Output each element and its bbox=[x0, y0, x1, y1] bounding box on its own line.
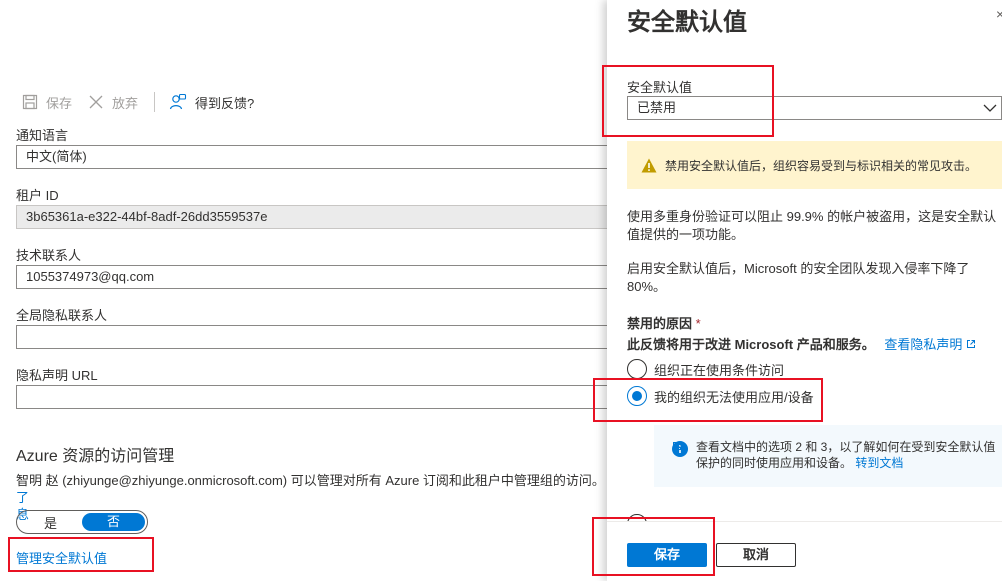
close-icon bbox=[89, 95, 103, 109]
warning-text: 禁用安全默认值后，组织容易受到与标识相关的常见攻击。 bbox=[665, 158, 978, 173]
toggle-no[interactable]: 否 bbox=[82, 513, 145, 531]
radio-button[interactable] bbox=[627, 359, 647, 379]
feedback-note-row: 此反馈将用于改进 Microsoft 产品和服务。 查看隐私声明 bbox=[627, 334, 976, 353]
highlight-box-dropdown bbox=[602, 65, 774, 137]
close-panel-button[interactable]: × bbox=[996, 6, 1002, 22]
technical-contact-label: 技术联系人 bbox=[16, 248, 82, 263]
mfa-paragraph: 使用多重身份验证可以阻止 99.9% 的帐户被盗用，这是安全默认值提供的一项功能… bbox=[627, 209, 997, 242]
privacy-statement-url-field[interactable] bbox=[16, 385, 612, 409]
notification-language-label: 通知语言 bbox=[16, 128, 69, 143]
privacy-statement-url-label: 隐私声明 URL bbox=[16, 368, 98, 383]
feedback-note: 此反馈将用于改进 Microsoft 产品和服务。 bbox=[627, 337, 875, 352]
disable-reason-text: 禁用的原因 bbox=[627, 316, 693, 331]
compromise-paragraph: 启用安全默认值后，Microsoft 的安全团队发现入侵率下降了 80%。 bbox=[627, 261, 970, 294]
disable-reason-label: 禁用的原因 * bbox=[627, 313, 701, 332]
highlight-box-radio-option bbox=[593, 378, 823, 422]
info-banner: 查看文档中的选项 2 和 3，以了解如何在受到安全默认值保护的同时使用应用和设备… bbox=[654, 425, 1002, 487]
global-privacy-contact-label: 全局隐私联系人 bbox=[16, 308, 108, 323]
global-privacy-contact-field[interactable] bbox=[16, 325, 612, 349]
azure-access-title: Azure 资源的访问管理 bbox=[16, 448, 175, 465]
save-toolbar-label: 保存 bbox=[46, 95, 73, 111]
privacy-statement-link[interactable]: 查看隐私声明 bbox=[884, 337, 976, 352]
learn-more-link[interactable]: 了 bbox=[16, 490, 29, 505]
required-indicator: * bbox=[695, 316, 701, 331]
panel-cancel-button[interactable]: 取消 bbox=[716, 543, 796, 567]
azure-access-text: 智明 赵 (zhiyunge@zhiyunge.onmicrosoft.com)… bbox=[16, 473, 605, 488]
radio-label: 组织正在使用条件访问 bbox=[654, 362, 785, 378]
save-icon bbox=[22, 94, 38, 110]
technical-contact-field[interactable]: 1055374973@qq.com bbox=[16, 265, 612, 289]
command-bar: 保存 放弃 得到反馈? bbox=[22, 92, 270, 112]
discard-button[interactable]: 放弃 bbox=[88, 93, 138, 112]
toggle-yes[interactable]: 是 bbox=[19, 513, 82, 532]
save-toolbar-button[interactable]: 保存 bbox=[22, 93, 72, 112]
warning-icon bbox=[641, 158, 657, 172]
toolbar-divider bbox=[154, 92, 156, 112]
feedback-button[interactable]: 得到反馈? bbox=[169, 93, 254, 112]
external-link-icon bbox=[967, 340, 975, 348]
panel-title: 安全默认值 bbox=[627, 9, 747, 36]
discard-label: 放弃 bbox=[112, 95, 139, 111]
highlight-box-save-button bbox=[592, 517, 715, 576]
go-to-docs-link[interactable]: 转到文档 bbox=[673, 442, 903, 470]
chevron-down-icon bbox=[983, 104, 997, 112]
info-text: 查看文档中的选项 2 和 3，以了解如何在受到安全默认值保护的同时使用应用和设备… bbox=[696, 440, 996, 470]
tenant-id-field[interactable]: 3b65361a-e322-44bf-8adf-26dd3559537e bbox=[16, 205, 612, 229]
tenant-id-label: 租户 ID bbox=[16, 188, 59, 203]
feedback-person-icon bbox=[169, 93, 187, 110]
warning-banner: 禁用安全默认值后，组织容易受到与标识相关的常见攻击。 bbox=[627, 141, 1002, 189]
azure-access-toggle[interactable]: 是 否 bbox=[16, 510, 148, 534]
external-link-icon bbox=[673, 442, 681, 450]
notification-language-field[interactable]: 中文(简体) bbox=[16, 145, 612, 169]
feedback-label: 得到反馈? bbox=[195, 95, 255, 111]
radio-option-conditional-access[interactable]: 组织正在使用条件访问 bbox=[627, 359, 784, 379]
highlight-box-manage-link bbox=[8, 537, 154, 572]
